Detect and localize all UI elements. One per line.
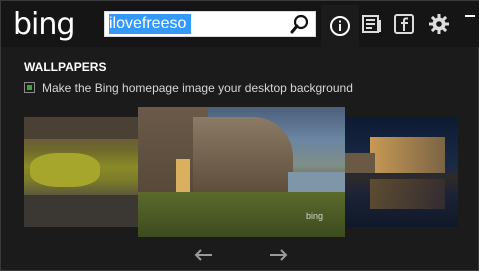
news-icon [362, 15, 381, 33]
settings-button[interactable] [424, 9, 454, 39]
checkbox-checkmark [27, 85, 32, 90]
info-circle-icon [330, 16, 350, 36]
wallpaper-checkbox[interactable] [24, 82, 35, 93]
arrow-left-icon [194, 249, 212, 261]
facebook-button[interactable] [389, 9, 419, 39]
bing-desktop-window: bing ilovefreeso ilovefreeso WALLPAPERS … [0, 0, 479, 271]
news-button[interactable] [357, 9, 387, 39]
wallpaper-checkbox-label[interactable]: Make the Bing homepage image your deskto… [42, 81, 353, 95]
search-icon [290, 14, 309, 34]
search-button[interactable] [285, 12, 315, 36]
bing-logo: bing [13, 7, 75, 42]
thumbnail-watermark: bing [305, 211, 323, 221]
facebook-icon [394, 14, 414, 34]
section-title: WALLPAPERS [24, 60, 107, 74]
arrow-right-icon [270, 249, 288, 261]
search-box[interactable]: ilovefreeso [104, 11, 316, 37]
info-button[interactable] [321, 5, 359, 47]
wallpaper-thumbnail-right[interactable] [345, 117, 458, 227]
wallpaper-thumbnail-left[interactable] [24, 117, 138, 227]
wallpaper-thumbnail-center[interactable]: bing [138, 107, 345, 237]
top-bar: bing ilovefreeso [1, 1, 479, 47]
gear-icon [429, 14, 449, 34]
previous-wallpaper-button[interactable] [191, 245, 215, 265]
search-input[interactable] [110, 15, 285, 33]
minimize-button[interactable] [465, 15, 475, 17]
next-wallpaper-button[interactable] [267, 245, 291, 265]
